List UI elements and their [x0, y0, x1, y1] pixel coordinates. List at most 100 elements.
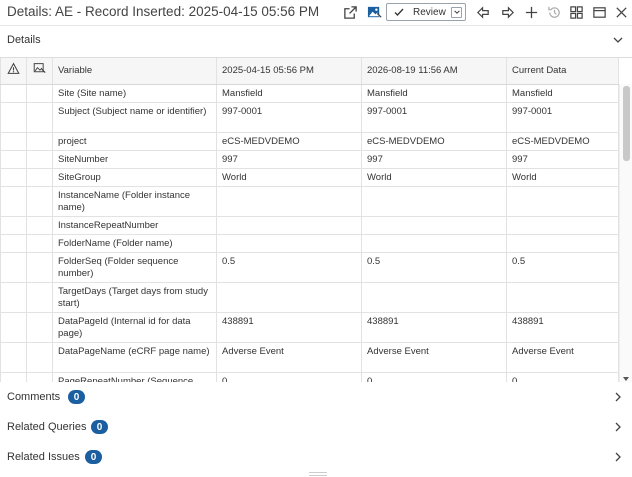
variable-cell: InstanceRepeatNumber: [52, 216, 217, 235]
value-cell: 997: [506, 150, 619, 169]
plus-icon[interactable]: [522, 3, 540, 21]
table-row[interactable]: DataPageId (Internal id for data page) 4…: [0, 312, 619, 343]
value-cell: 997: [361, 150, 507, 169]
variable-cell: FolderName (Folder name): [52, 234, 217, 253]
review-dropdown[interactable]: [451, 6, 462, 18]
value-cell: [216, 282, 362, 313]
external-link-icon[interactable]: [341, 3, 359, 21]
value-cell: [361, 282, 507, 313]
variable-cell: project: [52, 132, 217, 151]
review-label: Review: [413, 6, 446, 18]
value-cell: [361, 216, 507, 235]
comments-section[interactable]: Comments 0: [0, 382, 632, 412]
value-cell: Adverse Event: [361, 342, 507, 373]
arrow-right-icon[interactable]: [498, 3, 516, 21]
value-cell: 997-0001: [216, 102, 362, 133]
value-cell: Adverse Event: [216, 342, 362, 373]
table-row[interactable]: TargetDays (Target days from study start…: [0, 282, 619, 313]
value-cell: 0.5: [361, 252, 507, 283]
grid-scrollbar[interactable]: [619, 84, 632, 382]
comments-label: Comments: [7, 391, 61, 403]
image-flag-icon[interactable]: [365, 3, 383, 21]
value-cell: [361, 186, 507, 217]
value-cell: [216, 186, 362, 217]
value-cell: [506, 282, 619, 313]
value-cell: 0: [506, 372, 619, 382]
close-icon[interactable]: [612, 3, 630, 21]
value-cell: [216, 234, 362, 253]
value-cell: 997-0001: [361, 102, 507, 133]
table-row[interactable]: DataPageName (eCRF page name) Adverse Ev…: [0, 342, 619, 373]
table-row[interactable]: FolderSeq (Folder sequence number) 0.5 0…: [0, 252, 619, 283]
arrow-left-icon[interactable]: [474, 3, 492, 21]
chevron-right-icon: [615, 452, 621, 462]
value-cell: [506, 216, 619, 235]
variable-cell: SiteNumber: [52, 150, 217, 169]
value-cell: 438891: [361, 312, 507, 343]
title-bar: Details: AE - Record Inserted: 2025-04-1…: [0, 0, 632, 26]
image-column-header[interactable]: [26, 58, 53, 85]
details-header[interactable]: Details: [0, 26, 632, 57]
variable-cell: InstanceName (Folder instance name): [52, 186, 217, 217]
related-queries-count-badge: 0: [91, 420, 108, 434]
chevron-right-icon: [615, 422, 621, 432]
table-row[interactable]: FolderName (Folder name): [0, 234, 619, 253]
window-icon[interactable]: [590, 3, 608, 21]
window-title: Details: AE - Record Inserted: 2025-04-1…: [7, 4, 320, 19]
resize-handle[interactable]: [309, 472, 327, 476]
variable-cell: Subject (Subject name or identifier): [52, 102, 217, 133]
comments-count-badge: 0: [68, 390, 85, 404]
value-cell: 0.5: [506, 252, 619, 283]
value-cell: [216, 216, 362, 235]
table-row[interactable]: InstanceName (Folder instance name): [0, 186, 619, 217]
column-header-current[interactable]: Current Data: [506, 58, 619, 85]
chevron-right-icon: [615, 392, 621, 402]
column-header-audit-1[interactable]: 2025-04-15 05:56 PM: [216, 58, 362, 85]
variable-cell: TargetDays (Target days from study start…: [52, 282, 217, 313]
table-row[interactable]: project eCS-MEDVDEMO eCS-MEDVDEMO eCS-ME…: [0, 132, 619, 151]
value-cell: 0: [216, 372, 362, 382]
variable-grid: Variable 2025-04-15 05:56 PM 2026-08-19 …: [0, 57, 632, 382]
scrollbar-thumb[interactable]: [623, 86, 630, 161]
variable-cell: SiteGroup: [52, 168, 217, 187]
value-cell: eCS-MEDVDEMO: [506, 132, 619, 151]
value-cell: 997: [216, 150, 362, 169]
column-header-audit-2[interactable]: 2026-08-19 11:56 AM: [361, 58, 507, 85]
table-row[interactable]: SiteGroup World World World: [0, 168, 619, 187]
review-button[interactable]: Review: [386, 3, 466, 21]
variable-cell: Site (Site name): [52, 84, 217, 103]
chevron-down-icon: [613, 37, 623, 43]
value-cell: Mansfield: [216, 84, 362, 103]
column-header-variable[interactable]: Variable: [52, 58, 217, 85]
warning-icon: [7, 62, 20, 75]
check-icon: [394, 8, 404, 16]
table-row[interactable]: Site (Site name) Mansfield Mansfield Man…: [0, 84, 619, 103]
value-cell: eCS-MEDVDEMO: [216, 132, 362, 151]
related-queries-section[interactable]: Related Queries 0: [0, 412, 632, 442]
data-table: Variable 2025-04-15 05:56 PM 2026-08-19 …: [0, 58, 619, 382]
related-issues-label: Related Issues: [7, 451, 80, 463]
variable-cell: DataPageId (Internal id for data page): [52, 312, 217, 343]
value-cell: Mansfield: [506, 84, 619, 103]
value-cell: 0: [361, 372, 507, 382]
table-row[interactable]: SiteNumber 997 997 997: [0, 150, 619, 169]
related-queries-label: Related Queries: [7, 421, 87, 433]
scroll-down-arrow-icon[interactable]: [623, 377, 629, 381]
table-row[interactable]: PageRepeatNumber (Sequence 0 0 0: [0, 372, 619, 382]
value-cell: World: [506, 168, 619, 187]
related-issues-count-badge: 0: [85, 450, 102, 464]
value-cell: 0.5: [216, 252, 362, 283]
variable-cell: DataPageName (eCRF page name): [52, 342, 217, 373]
value-cell: Adverse Event: [506, 342, 619, 373]
value-cell: [361, 234, 507, 253]
table-header-row: Variable 2025-04-15 05:56 PM 2026-08-19 …: [0, 58, 619, 85]
chevron-down-icon: [453, 10, 460, 14]
related-issues-section[interactable]: Related Issues 0: [0, 442, 632, 472]
value-cell: World: [216, 168, 362, 187]
warning-column-header[interactable]: [0, 58, 27, 85]
value-cell: World: [361, 168, 507, 187]
table-row[interactable]: Subject (Subject name or identifier) 997…: [0, 102, 619, 133]
history-icon[interactable]: [545, 3, 563, 21]
table-row[interactable]: InstanceRepeatNumber: [0, 216, 619, 235]
grid-layout-icon[interactable]: [567, 3, 585, 21]
